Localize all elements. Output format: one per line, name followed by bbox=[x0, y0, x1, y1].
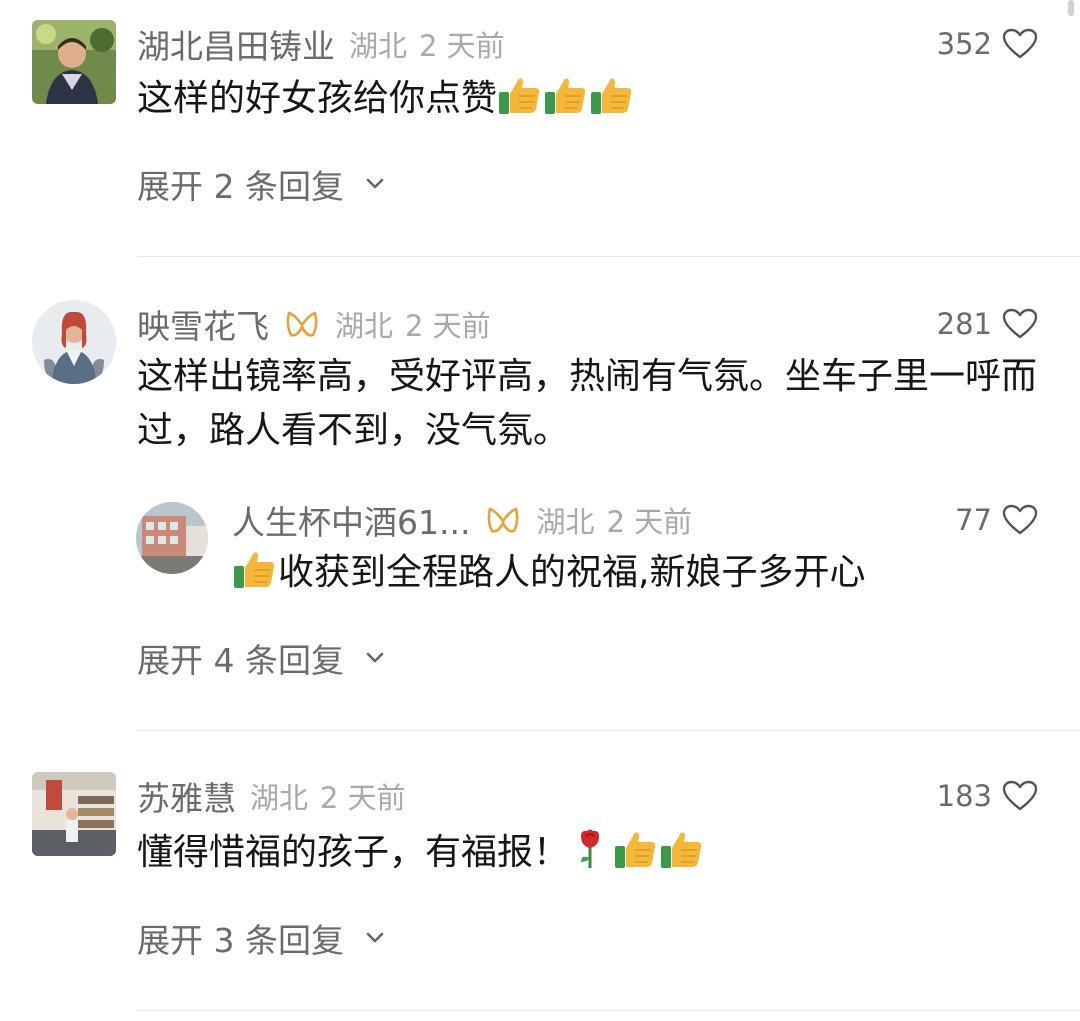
like-button[interactable]: 183 bbox=[937, 774, 1038, 818]
divider bbox=[137, 1010, 1080, 1011]
avatar-photo bbox=[32, 20, 116, 104]
comment-meta: 湖北昌田铸业 湖北 2 天前 bbox=[137, 22, 505, 66]
like-count: 281 bbox=[936, 307, 992, 341]
username[interactable]: 湖北昌田铸业 bbox=[137, 20, 335, 68]
timestamp: 2 天前 bbox=[606, 505, 693, 539]
location: 湖北 bbox=[250, 781, 309, 815]
timestamp: 2 天前 bbox=[320, 781, 406, 815]
avatar-photo bbox=[136, 502, 208, 574]
chevron-down-icon bbox=[366, 652, 384, 663]
comment-meta: 苏雅慧 湖北 2 天前 bbox=[137, 774, 406, 818]
thumbs-up-emoji bbox=[613, 830, 659, 886]
avatar-photo bbox=[32, 772, 116, 856]
thumbs-up-emoji bbox=[232, 550, 278, 606]
divider bbox=[137, 730, 1080, 731]
avatar-photo bbox=[32, 300, 116, 384]
comment-text: 这样出镜率高，受好评高，热闹有气氛。坐车子里一呼而过，路人看不到，没气氛。 bbox=[137, 356, 1038, 451]
chevron-down-icon bbox=[366, 178, 384, 189]
fan-badge-icon bbox=[286, 311, 318, 337]
avatar[interactable] bbox=[32, 300, 116, 384]
comment-meta: 映雪花飞 湖北 2 天前 bbox=[137, 302, 491, 346]
expand-replies-label: 展开 2 条回复 bbox=[137, 167, 344, 206]
divider bbox=[137, 256, 1080, 257]
comment-text: 懂得惜福的孩子，有福报！ bbox=[137, 826, 1057, 886]
comment-text: 这样的好女孩给你点赞 bbox=[137, 72, 1057, 132]
username[interactable]: 映雪花飞 bbox=[137, 300, 269, 348]
location: 湖北 bbox=[349, 29, 408, 63]
comment-text-content: 懂得惜福的孩子，有福报！ bbox=[137, 832, 570, 873]
like-button[interactable]: 352 bbox=[937, 22, 1038, 66]
reply-text-content: 收获到全程路人的祝福,新娘子多开心 bbox=[278, 552, 866, 593]
heart-outline-icon[interactable] bbox=[1002, 28, 1038, 60]
reply-text: 收获到全程路人的祝福,新娘子多开心 bbox=[232, 546, 1052, 606]
reply-username[interactable]: 人生杯中酒61... bbox=[232, 496, 470, 544]
expand-replies-label: 展开 3 条回复 bbox=[137, 921, 344, 960]
reply-avatar[interactable] bbox=[136, 502, 208, 574]
avatar[interactable] bbox=[32, 20, 116, 104]
location: 湖北 bbox=[335, 309, 394, 343]
thumbs-up-emoji bbox=[589, 76, 635, 132]
heart-outline-icon[interactable] bbox=[1002, 308, 1038, 340]
like-button[interactable]: 281 bbox=[937, 302, 1038, 346]
comment-text-content: 这样的好女孩给你点赞 bbox=[137, 78, 498, 119]
timestamp: 2 天前 bbox=[419, 29, 505, 63]
timestamp: 2 天前 bbox=[405, 309, 491, 343]
avatar[interactable] bbox=[32, 772, 116, 856]
thumbs-up-emoji bbox=[543, 76, 589, 132]
like-count: 77 bbox=[955, 503, 992, 537]
rose-emoji bbox=[575, 828, 605, 886]
thumbs-up-emoji bbox=[497, 76, 543, 132]
heart-outline-icon[interactable] bbox=[1002, 504, 1038, 536]
expand-replies-button[interactable]: 展开 3 条回复 bbox=[137, 914, 390, 962]
expand-replies-button[interactable]: 展开 2 条回复 bbox=[137, 160, 390, 208]
like-count: 183 bbox=[936, 779, 992, 813]
fan-badge-icon bbox=[488, 507, 519, 533]
reply-like-button[interactable]: 77 bbox=[955, 498, 1038, 542]
chevron-down-icon bbox=[366, 932, 384, 943]
expand-replies-label: 展开 4 条回复 bbox=[137, 641, 344, 680]
reply-meta: 人生杯中酒61... 湖北 2 天前 bbox=[232, 498, 692, 542]
scrollbar[interactable] bbox=[1068, 0, 1074, 16]
expand-replies-button[interactable]: 展开 4 条回复 bbox=[137, 634, 390, 682]
location: 湖北 bbox=[536, 505, 595, 539]
heart-outline-icon[interactable] bbox=[1002, 780, 1038, 812]
like-count: 352 bbox=[936, 27, 992, 61]
thumbs-up-emoji bbox=[659, 830, 705, 886]
username[interactable]: 苏雅慧 bbox=[137, 772, 236, 820]
